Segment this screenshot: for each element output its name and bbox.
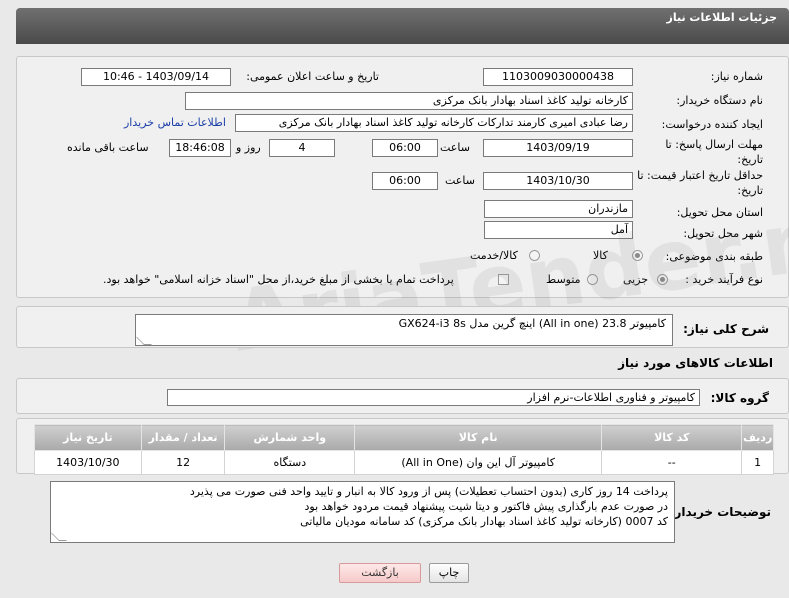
city-field[interactable]: آمل — [484, 221, 633, 239]
col-need-date: تاریخ نیاز — [34, 424, 142, 451]
col-unit: واحد شمارش — [224, 424, 356, 451]
col-quantity: تعداد / مقدار — [140, 424, 226, 451]
page-title: جزئیات اطلاعات نیاز — [666, 11, 778, 24]
treasury-payment-checkbox[interactable] — [498, 274, 509, 285]
days-remaining-field[interactable]: 4 — [269, 139, 335, 157]
buyer-contact-link[interactable]: اطلاعات تماس خریدار — [124, 116, 226, 129]
goods-table-header: تاریخ نیاز تعداد / مقدار واحد شمارش نام … — [34, 424, 774, 451]
category-goods-label: کالا — [593, 249, 608, 262]
goods-group-label: گروه کالا: — [710, 391, 769, 405]
buyer-org-field[interactable]: کارخانه تولید کاغذ اسناد بهادار بانک مرک… — [185, 92, 633, 110]
city-label: شهر محل تحویل: — [683, 227, 763, 240]
announce-datetime-field[interactable]: 1403/09/14 - 10:46 — [81, 68, 231, 86]
province-label: استان محل تحویل: — [676, 206, 763, 219]
days-label: روز و — [236, 141, 261, 154]
goods-group-field[interactable]: کامپیوتر و فناوری اطلاعات-نرم افزار — [167, 389, 700, 406]
purchase-minor-label: جزیی — [623, 273, 649, 286]
col-goods-code: کد کالا — [601, 424, 743, 451]
reply-time-field[interactable]: 06:00 — [372, 139, 438, 157]
description-text: کامپیوتر 23.8 (All in one) اینچ گرین مدل… — [398, 317, 666, 330]
price-validity-time-field[interactable]: 06:00 — [372, 172, 438, 190]
category-label: طبقه بندی موضوعی: — [665, 250, 763, 263]
province-field[interactable]: مازندران — [484, 200, 633, 218]
buyer-note-line: در صورت عدم بارگذاری پیش فاکتور و دیتا ش… — [304, 500, 668, 513]
col-row-number: ردیف — [741, 424, 774, 451]
price-validity-date-field[interactable]: 1403/10/30 — [483, 172, 633, 190]
buyer-org-label: نام دستگاه خریدار: — [676, 94, 763, 107]
category-service-radio[interactable] — [529, 250, 540, 261]
reply-time-label: ساعت — [440, 141, 470, 154]
back-button[interactable]: بازگشت — [339, 563, 421, 583]
buyer-note-line: پرداخت 14 روز کاری (بدون احتساب تعطیلات)… — [189, 485, 668, 498]
purchase-type-label: نوع فرآیند خرید : — [685, 273, 763, 286]
purchase-medium-radio[interactable] — [587, 274, 598, 285]
need-number-label: شماره نیاز: — [710, 70, 763, 83]
print-button[interactable]: چاپ — [429, 563, 469, 583]
category-goods-radio[interactable] — [632, 250, 643, 261]
announce-datetime-label: تاریخ و ساعت اعلان عمومی: — [246, 70, 379, 83]
remaining-time-field[interactable]: 18:46:08 — [169, 139, 231, 157]
col-goods-name: نام کالا — [354, 424, 603, 451]
buyer-notes-textarea[interactable]: پرداخت 14 روز کاری (بدون احتساب تعطیلات)… — [50, 481, 675, 543]
price-time-label: ساعت — [445, 174, 475, 187]
buyer-notes-label: توضیحات خریدار: — [669, 505, 771, 519]
description-label: شرح کلی نیاز: — [683, 322, 769, 336]
need-number-field[interactable]: 1103009030000438 — [483, 68, 633, 86]
reply-date-field[interactable]: 1403/09/19 — [483, 139, 633, 157]
treasury-payment-note: پرداخت تمام یا بخشی از مبلغ خرید،از محل … — [103, 273, 454, 286]
remaining-time-label: ساعت باقی مانده — [67, 141, 149, 154]
requester-field[interactable]: رضا عبادی امیری کارمند تدارکات کارخانه ت… — [235, 114, 633, 132]
requester-label: ایجاد کننده درخواست: — [661, 118, 763, 131]
goods-section-title: اطلاعات کالاهای مورد نیاز — [618, 356, 773, 370]
reply-deadline-label: مهلت ارسال پاسخ: تا تاریخ: — [665, 138, 763, 166]
description-textarea[interactable]: کامپیوتر 23.8 (All in one) اینچ گرین مدل… — [135, 314, 673, 346]
purchase-minor-radio[interactable] — [657, 274, 668, 285]
price-validity-label: حداقل تاریخ اعتبار قیمت: تا تاریخ: — [637, 169, 763, 197]
category-service-label: کالا/خدمت — [470, 249, 518, 262]
purchase-medium-label: متوسط — [546, 273, 581, 286]
buyer-note-line: کد 0007 (کارخانه تولید کاغذ اسناد بهادار… — [300, 515, 668, 528]
